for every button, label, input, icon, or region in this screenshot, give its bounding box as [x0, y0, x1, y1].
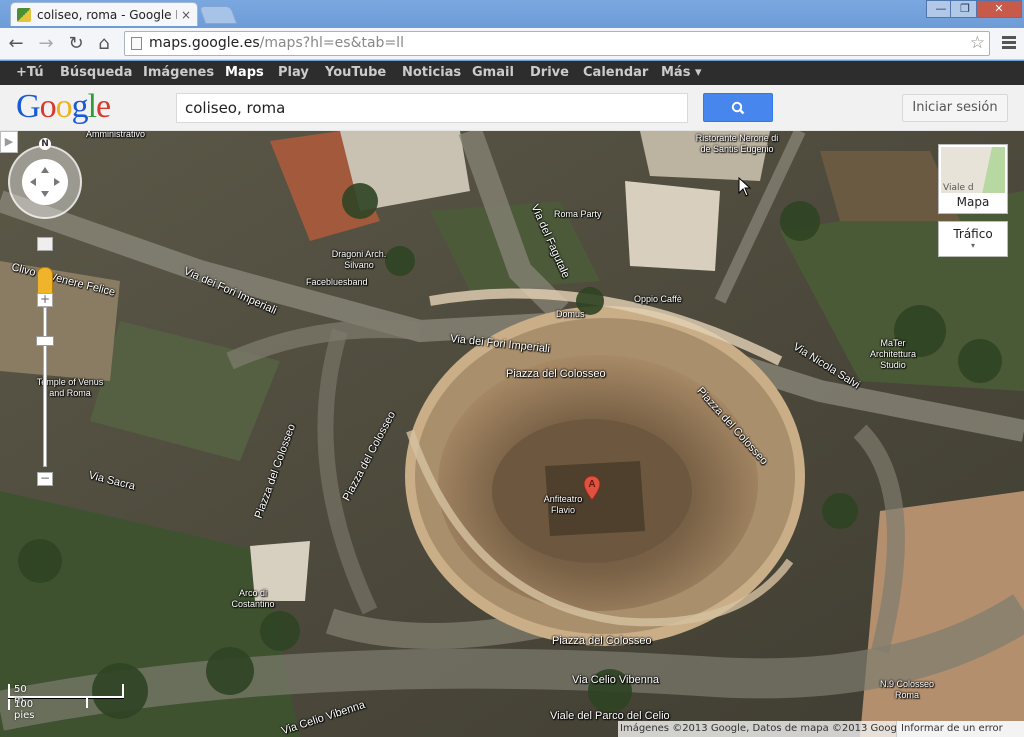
tab-title: coliseo, roma - Google Maps — [37, 7, 177, 22]
compass-north-icon[interactable]: N — [39, 138, 51, 150]
google-bar-item-9[interactable]: Calendar — [583, 61, 648, 85]
logo-letter: l — [87, 88, 98, 125]
signin-button[interactable]: Iniciar sesión — [902, 94, 1008, 122]
google-bar-item-3[interactable]: Maps — [225, 61, 264, 85]
bookmark-star-icon[interactable]: ☆ — [970, 32, 985, 55]
poi-label-dragoni: Dragoni Arch. Silvano — [331, 249, 387, 270]
pan-control[interactable] — [8, 145, 82, 219]
search-button[interactable] — [703, 93, 773, 122]
marker-letter: A — [588, 479, 595, 490]
url-path: /maps?hl=es&tab=ll — [259, 35, 404, 51]
collapse-panel-icon[interactable]: ▶ — [0, 131, 18, 153]
poi-label-anfiteatro: Anfiteatro Flavio — [543, 494, 583, 515]
poi-label-arco-costantino: Arco di Costantino — [231, 588, 275, 609]
zoom-out-button[interactable]: − — [37, 472, 53, 486]
google-bar-item-7[interactable]: Gmail — [472, 61, 514, 85]
road-label-celio-vibenna-1: Via Celio Vibenna — [572, 674, 660, 686]
logo-letter: e — [96, 88, 111, 125]
map-canvas[interactable]: Via dei Fori Imperiali Via dei Fori Impe… — [0, 131, 1024, 737]
tab-close-icon[interactable]: × — [181, 8, 191, 22]
back-icon[interactable]: ← — [4, 32, 28, 56]
poi-label-mater: MaTer Architettura Studio — [869, 338, 917, 370]
google-bar-item-10[interactable]: Más ▾ — [661, 61, 702, 85]
browser-tab[interactable]: coliseo, roma - Google Maps × — [10, 2, 198, 26]
location-marker-a[interactable]: A — [583, 475, 601, 501]
zoom-in-button[interactable]: + — [37, 293, 53, 307]
url-host: maps.google.es — [149, 35, 260, 51]
google-bar-item-0[interactable]: +Tú — [16, 61, 44, 85]
address-bar[interactable]: maps.google.es/maps?hl=es&tab=ll ☆ — [124, 31, 990, 56]
logo-letter: o — [55, 88, 73, 125]
close-window-button[interactable]: ✕ — [976, 0, 1022, 18]
google-bar-item-2[interactable]: Imágenes — [143, 61, 214, 85]
road-label-piazza-colosseo-1: Piazza del Colosseo — [506, 368, 606, 380]
poi-label-amministrativo: Amministrativo — [86, 131, 146, 139]
google-bar-item-8[interactable]: Drive — [530, 61, 569, 85]
browser-menu-icon[interactable] — [1002, 36, 1016, 51]
google-logo[interactable]: Google — [16, 88, 111, 126]
logo-letter: o — [39, 88, 57, 125]
poi-label-oppio-caffe: Oppio Caffè — [634, 294, 682, 304]
poi-label-ristorante: Ristorante Nerone di de Santis Eugenio — [695, 133, 779, 154]
google-bar-item-6[interactable]: Noticias — [402, 61, 461, 85]
google-bar-item-4[interactable]: Play — [278, 61, 309, 85]
poi-label-n9-colosseo: N.9 Colosseo Roma — [879, 679, 935, 700]
browser-toolbar: ← → ↻ ⌂ maps.google.es/maps?hl=es&tab=ll… — [0, 28, 1024, 60]
logo-letter: G — [16, 88, 41, 125]
mouse-cursor-icon — [738, 177, 752, 197]
zoom-slider-thumb[interactable] — [36, 336, 54, 346]
rotate-icon[interactable] — [37, 237, 53, 251]
maps-favicon-icon — [17, 7, 31, 22]
forward-icon[interactable]: → — [34, 32, 58, 56]
road-label-piazza-colosseo-5: Piazza del Colosseo — [552, 635, 652, 647]
map-type-button[interactable]: Viale d Mapa — [938, 144, 1008, 214]
chevron-down-icon: ▾ — [970, 241, 975, 250]
poi-label-facebluesband: Facebluesband — [306, 277, 368, 287]
traffic-label: Tráfico — [953, 227, 993, 241]
poi-label-domus: Domus — [556, 309, 585, 319]
map-attribution: Imágenes ©2013 Google, Datos de mapa ©20… — [618, 721, 1024, 737]
map-type-label: Mapa — [956, 195, 990, 209]
new-tab-button[interactable] — [198, 6, 238, 24]
scale-imperial: 100 pies — [14, 699, 35, 721]
poi-label-temple-venus: Temple of Venus and Roma — [36, 377, 104, 398]
google-bar-item-5[interactable]: YouTube — [325, 61, 386, 85]
maps-header: Google coliseo, roma Iniciar sesión — [0, 85, 1024, 131]
google-bar: +Tú Búsqueda Imágenes Maps Play YouTube Notici… — [0, 61, 1024, 85]
traffic-button[interactable]: Tráfico ▾ — [938, 221, 1008, 257]
search-icon — [731, 101, 745, 115]
attribution-text: Imágenes ©2013 Google, Datos de mapa ©20… — [620, 723, 913, 734]
map-type-thumbnail: Viale d — [941, 147, 1005, 193]
poi-label-roma-party: Roma Party — [554, 209, 602, 219]
logo-letter: g — [71, 88, 89, 125]
satellite-imagery — [0, 131, 1024, 737]
search-input[interactable]: coliseo, roma — [176, 93, 688, 123]
page-icon — [131, 37, 142, 50]
pan-arrows-icon[interactable] — [22, 159, 68, 205]
reload-icon[interactable]: ↻ — [64, 32, 88, 56]
google-bar-item-1[interactable]: Búsqueda — [60, 61, 132, 85]
zoom-slider[interactable] — [43, 307, 47, 467]
home-icon[interactable]: ⌂ — [92, 32, 116, 56]
report-error-link[interactable]: Informar de un error — [896, 721, 1024, 737]
